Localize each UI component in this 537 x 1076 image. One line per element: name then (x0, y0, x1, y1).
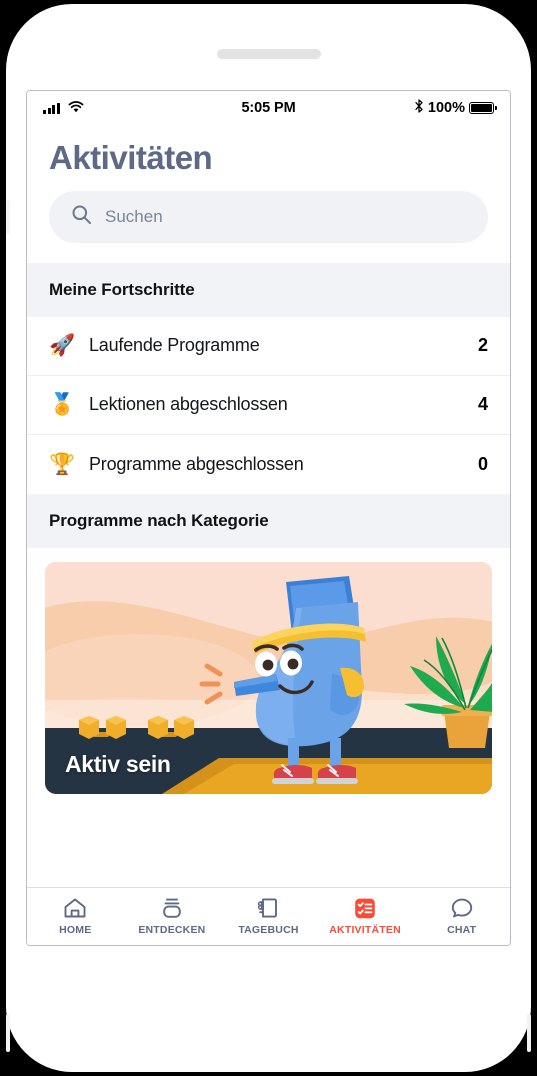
battery-percent-label: 100% (427, 100, 466, 116)
tab-label: HOME (59, 924, 92, 936)
list-item[interactable]: 🚀 Laufende Programme 2 (27, 317, 510, 376)
list-item[interactable]: 🏅 Lektionen abgeschlossen 4 (27, 376, 510, 435)
phone-frame: 5:05 PM 100% Aktivitäten Suchen Meine Fo… (6, 4, 531, 1072)
list-item-value: 0 (477, 453, 488, 474)
category-card-title: Aktiv sein (65, 750, 171, 777)
search-section: Suchen (27, 182, 510, 263)
tab-home[interactable]: HOME (27, 897, 124, 936)
list-item-value: 2 (477, 335, 488, 356)
bluetooth-icon (414, 99, 424, 117)
power-button[interactable] (527, 1014, 531, 1052)
phone-screen: 5:05 PM 100% Aktivitäten Suchen Meine Fo… (26, 90, 511, 946)
tab-aktivitaeten[interactable]: AKTIVITÄTEN (317, 897, 414, 936)
tab-chat[interactable]: CHAT (413, 897, 510, 936)
volume-button[interactable] (6, 1014, 10, 1052)
checklist-icon (353, 897, 377, 919)
progress-section-heading: Meine Fortschritte (27, 262, 510, 317)
earpiece-speaker (216, 49, 321, 59)
rocket-emoji: 🚀 (49, 334, 76, 358)
list-item-label: Laufende Programme (89, 335, 260, 356)
progress-list: 🚀 Laufende Programme 2 🏅 Lektionen abges… (27, 316, 510, 494)
discover-icon (160, 897, 184, 919)
wifi-icon (68, 100, 84, 116)
cellular-signal-icon (43, 102, 60, 114)
status-bar: 5:05 PM 100% (27, 91, 510, 125)
home-icon (63, 897, 87, 919)
category-card-aktiv-sein[interactable]: Aktiv sein (45, 561, 492, 794)
list-item[interactable]: 🏆 Programme abgeschlossen 0 (27, 435, 510, 494)
trophy-emoji: 🏆 (49, 452, 76, 476)
list-item-value: 4 (477, 394, 488, 415)
list-item-label: Lektionen abgeschlossen (89, 394, 288, 415)
status-bar-time: 5:05 PM (241, 100, 296, 116)
search-placeholder: Suchen (105, 206, 163, 226)
search-input[interactable]: Suchen (49, 190, 488, 243)
category-card-list: Aktiv sein (27, 547, 510, 887)
page-title: Aktivitäten (49, 139, 213, 176)
tab-label: AKTIVITÄTEN (329, 924, 401, 936)
search-icon (71, 204, 92, 230)
silent-switch[interactable] (6, 200, 10, 234)
tab-entdecken[interactable]: ENTDECKEN (124, 897, 221, 936)
tab-label: CHAT (447, 924, 477, 936)
battery-full-icon (469, 102, 497, 114)
list-item-label: Programme abgeschlossen (89, 453, 304, 474)
category-section-heading: Programme nach Kategorie (27, 493, 510, 548)
tab-label: ENTDECKEN (138, 924, 206, 936)
tab-tagebuch[interactable]: TAGEBUCH (220, 897, 317, 936)
bottom-tab-bar: HOME ENTDECKEN TAGEBUCH AKTIVITÄTEN CHAT (27, 887, 510, 945)
chat-bubble-icon (450, 897, 474, 919)
tab-label: TAGEBUCH (238, 924, 299, 936)
medal-emoji: 🏅 (49, 393, 76, 417)
notebook-icon (256, 897, 280, 919)
